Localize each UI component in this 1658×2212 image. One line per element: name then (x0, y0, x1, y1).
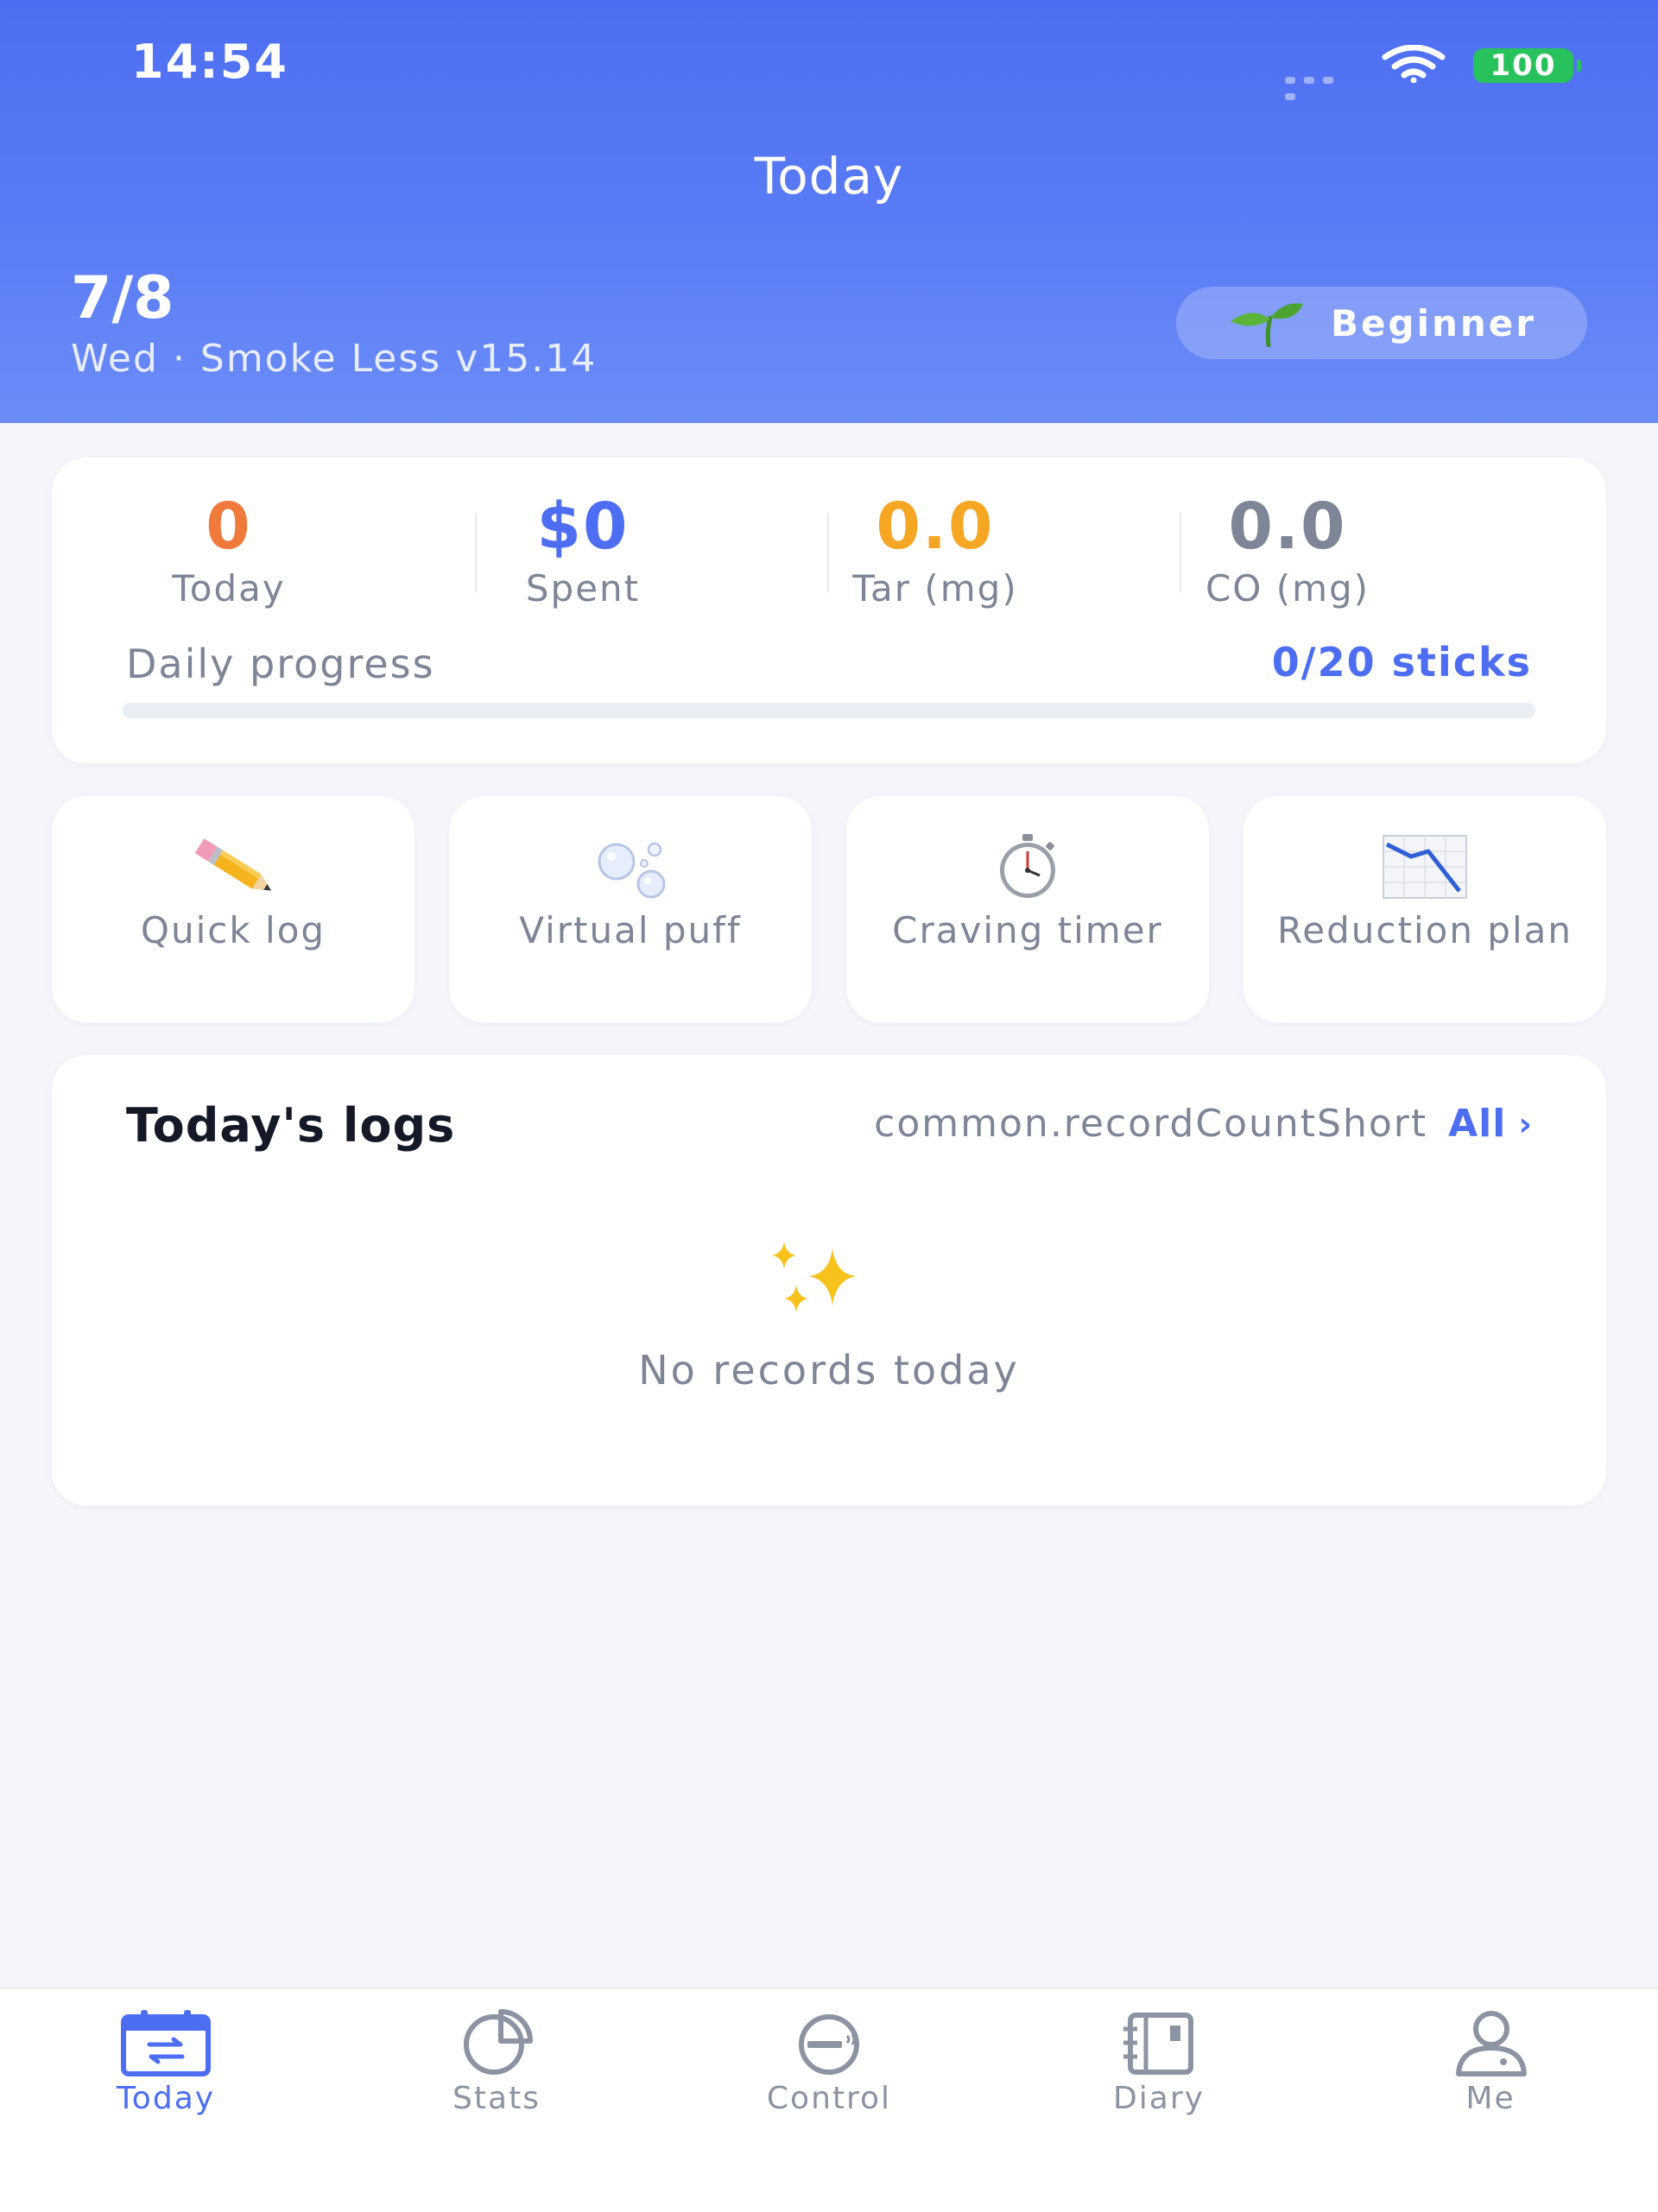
page-title: Today (754, 147, 904, 205)
stat-label: Today (172, 567, 286, 610)
stat-label: Tar (mg) (852, 567, 1018, 610)
header: 14:54 100 Today 7/8 Wed · Smoke Less v15… (0, 0, 1658, 423)
stat-spent: $0 Spent (406, 490, 760, 610)
bubbles-icon (449, 832, 812, 901)
tab-label: Control (766, 2081, 892, 2116)
tab-label: Today (116, 2081, 216, 2116)
tab-label: Me (1465, 2081, 1516, 2116)
view-all-logs-link[interactable]: All (1448, 1102, 1506, 1146)
tab-stats[interactable]: Stats (384, 2008, 609, 2138)
stopwatch-icon (846, 832, 1209, 901)
tab-diary[interactable]: Diary (1047, 2008, 1271, 2138)
pie-chart-icon (464, 2009, 533, 2075)
sprout-icon (1231, 303, 1304, 347)
virtual-puff-button[interactable]: Virtual puff (449, 796, 812, 1022)
action-label: Quick log (140, 909, 326, 951)
stat-co: 0.0 CO (mg) (1111, 490, 1465, 610)
stat-label: Spent (525, 567, 641, 610)
stats-card: 0 Today $0 Spent 0.0 Tar (mg) 0.0 CO (mg… (52, 458, 1606, 763)
level-badge-label: Beginner (1331, 301, 1536, 344)
tab-label: Diary (1113, 2081, 1205, 2116)
tab-me[interactable]: Me (1378, 2008, 1603, 2138)
empty-state-text: No records today (638, 1347, 1020, 1394)
pencil-icon (52, 832, 414, 901)
logs-card: Today's logs common.recordCountShort All… (52, 1055, 1606, 1506)
progress-label: Daily progress (126, 641, 435, 687)
tab-today[interactable]: Today (54, 2008, 278, 2138)
action-label: Virtual puff (519, 909, 742, 951)
notebook-icon (1123, 2013, 1193, 2075)
stat-label: CO (mg) (1205, 567, 1370, 610)
status-time: 14:54 (131, 35, 288, 89)
logs-title: Today's logs (126, 1098, 456, 1153)
date-subtitle: Wed · Smoke Less v15.14 (71, 337, 598, 381)
stat-value: 0 (206, 490, 252, 564)
person-icon (1456, 2011, 1527, 2076)
tab-label: Stats (452, 2081, 541, 2116)
reduction-plan-button[interactable]: Reduction plan (1244, 796, 1606, 1022)
stat-today: 0 Today (52, 490, 406, 610)
logs-count: common.recordCountShort (874, 1102, 1428, 1146)
calendar-icon (121, 2010, 211, 2076)
tab-bar: Today Stats Control Diary Me (0, 1988, 1658, 2212)
cellular-signal-icon (1285, 71, 1357, 100)
progress-bar (123, 703, 1535, 718)
craving-timer-button[interactable]: Craving timer (846, 796, 1209, 1022)
current-date: 7/8 (71, 264, 174, 332)
battery-indicator: 100 (1473, 48, 1581, 83)
tab-control[interactable]: Control (717, 2008, 941, 2138)
chart-decreasing-icon (1244, 832, 1606, 901)
sparkles-icon (772, 1242, 857, 1312)
stat-value: $0 (536, 490, 630, 564)
stat-tar: 0.0 Tar (mg) (758, 490, 1112, 610)
progress-value: 0/20 sticks (1271, 639, 1532, 686)
level-badge[interactable]: Beginner (1176, 287, 1587, 359)
action-label: Craving timer (892, 909, 1163, 951)
logs-header-right: common.recordCountShort All › (874, 1102, 1532, 1146)
action-label: Reduction plan (1277, 909, 1573, 951)
stat-value: 0.0 (1228, 490, 1347, 564)
chevron-right-icon[interactable]: › (1518, 1105, 1532, 1143)
stat-value: 0.0 (876, 490, 995, 564)
no-smoking-icon (799, 2014, 859, 2075)
quick-log-button[interactable]: Quick log (52, 796, 414, 1022)
wifi-icon (1382, 45, 1446, 83)
